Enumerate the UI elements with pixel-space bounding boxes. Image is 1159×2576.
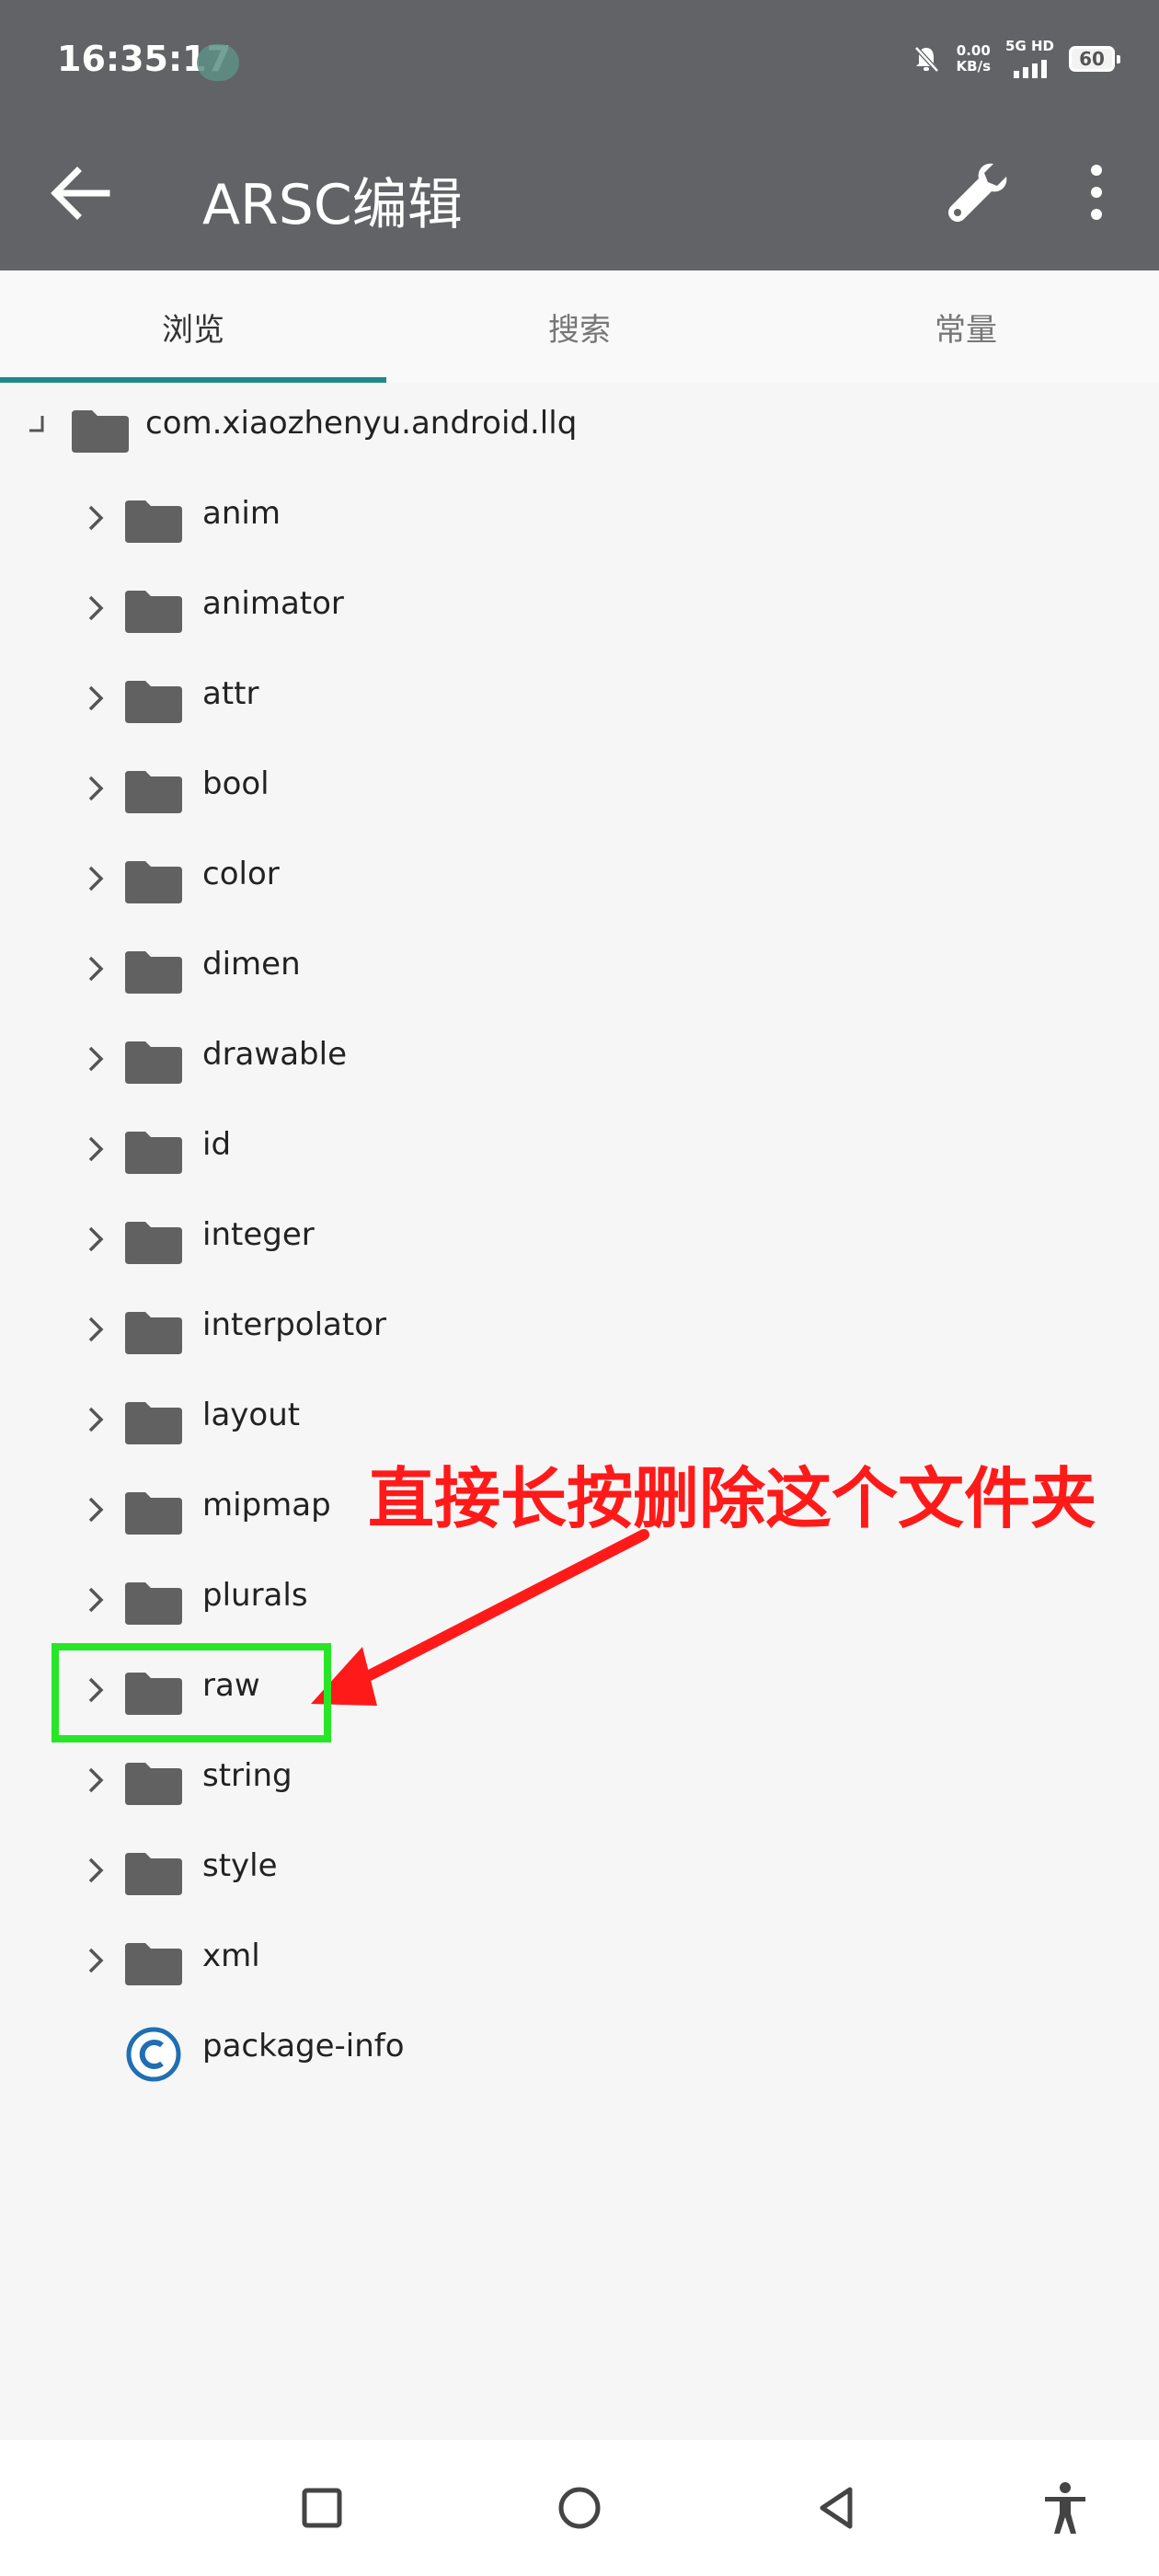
- tree-folder-label: color: [202, 856, 280, 892]
- circle-home-icon[interactable]: [552, 2480, 607, 2536]
- tree-folder-row[interactable]: xml: [0, 1915, 1159, 2006]
- square-recents-icon[interactable]: [294, 2480, 350, 2536]
- tab-constants[interactable]: 常量: [773, 270, 1159, 383]
- tab-bar: 浏览 搜索 常量: [0, 270, 1159, 383]
- chevron-right-icon[interactable]: [79, 772, 112, 805]
- net-speed-value: 0.00: [956, 41, 991, 59]
- folder-icon: [125, 951, 182, 994]
- folder-icon: [125, 1222, 182, 1264]
- folder-icon: [72, 410, 129, 453]
- folder-icon: [125, 1312, 182, 1354]
- tree-folder-row[interactable]: interpolator: [0, 1284, 1159, 1374]
- chevron-right-icon[interactable]: [79, 1223, 112, 1256]
- folder-icon: [125, 1853, 182, 1895]
- tree-folder-row[interactable]: color: [0, 834, 1159, 924]
- net-speed: 0.00 KB/s: [956, 41, 992, 75]
- status-icons: 0.00 KB/s 5G HD 60: [911, 39, 1120, 78]
- tree-folder-row[interactable]: bool: [0, 743, 1159, 834]
- folder-icon: [125, 1582, 182, 1625]
- wrench-icon[interactable]: [942, 158, 1012, 228]
- folder-icon: [125, 1132, 182, 1174]
- folder-icon: [125, 1763, 182, 1805]
- folder-icon: [125, 1041, 182, 1084]
- tree-folder-row[interactable]: string: [0, 1735, 1159, 1825]
- tree-folder-label: dimen: [202, 946, 301, 983]
- folder-icon: [125, 771, 182, 813]
- chevron-right-icon[interactable]: [79, 862, 112, 895]
- chevron-right-icon[interactable]: [79, 1403, 112, 1436]
- chevron-right-icon[interactable]: [79, 1583, 112, 1616]
- tree-folder-label: mipmap: [202, 1487, 331, 1524]
- folder-icon: [125, 591, 182, 633]
- tree-folder-label: attr: [202, 675, 259, 712]
- chevron-right-icon[interactable]: [79, 592, 112, 625]
- network-indicator: 5G HD: [1005, 39, 1054, 78]
- annotation-text: 直接长按删除这个文件夹: [368, 1460, 1097, 1537]
- tree-folder-label: drawable: [202, 1036, 347, 1073]
- status-indicator-dot: [197, 44, 239, 81]
- tree-file-label: package-info: [202, 2028, 405, 2064]
- net-speed-unit: KB/s: [956, 57, 992, 75]
- mute-bell-icon: [913, 45, 939, 73]
- battery-icon: 60: [1069, 45, 1120, 72]
- chevron-right-icon[interactable]: [79, 1764, 112, 1797]
- chevron-right-icon[interactable]: [79, 1313, 112, 1346]
- accessibility-icon[interactable]: [1038, 2480, 1093, 2536]
- tree-folder-label: anim: [202, 495, 281, 532]
- tree-folder-label: bool: [202, 765, 270, 802]
- battery-level: 60: [1079, 47, 1105, 70]
- chevron-right-icon[interactable]: [79, 1042, 112, 1075]
- chevron-right-icon[interactable]: [79, 1133, 112, 1166]
- tree-folder-label: layout: [202, 1397, 301, 1433]
- tab-search[interactable]: 搜索: [386, 270, 773, 383]
- more-vertical-icon[interactable]: [1076, 162, 1117, 223]
- tree-folder-row[interactable]: anim: [0, 473, 1159, 563]
- system-nav-bar: [0, 2440, 1159, 2576]
- collapse-corner-icon: [29, 416, 44, 432]
- tree-folder-label: id: [202, 1126, 232, 1163]
- chevron-right-icon[interactable]: [79, 682, 112, 715]
- tree-folder-label: plurals: [202, 1577, 308, 1614]
- tree-folder-label: interpolator: [202, 1306, 386, 1343]
- tree-folder-row[interactable]: integer: [0, 1194, 1159, 1284]
- class-icon: [126, 2027, 181, 2082]
- tree-folder-label: string: [202, 1757, 293, 1794]
- tree-file-row[interactable]: package-info: [0, 2006, 1159, 2096]
- tree-folder-label: style: [202, 1847, 278, 1884]
- folder-icon: [125, 861, 182, 903]
- tab-browse[interactable]: 浏览: [0, 270, 386, 383]
- chevron-right-icon[interactable]: [79, 501, 112, 535]
- tree-folder-label: integer: [202, 1216, 315, 1253]
- folder-icon: [125, 681, 182, 723]
- chevron-right-icon[interactable]: [79, 1854, 112, 1887]
- tree-folder-row[interactable]: style: [0, 1825, 1159, 1915]
- chevron-right-icon[interactable]: [79, 1944, 112, 1977]
- tree-folder-row[interactable]: plurals: [0, 1555, 1159, 1645]
- chevron-right-icon[interactable]: [79, 952, 112, 985]
- folder-icon: [125, 1402, 182, 1444]
- tree-folder-row[interactable]: id: [0, 1104, 1159, 1194]
- tree-root-row[interactable]: com.xiaozhenyu.android.llq: [0, 383, 1159, 473]
- annotation-highlight-box: [52, 1643, 331, 1742]
- triangle-back-icon[interactable]: [809, 2480, 865, 2536]
- tree-folder-label: animator: [202, 585, 344, 622]
- network-label: 5G HD: [1005, 38, 1054, 54]
- folder-icon: [125, 1492, 182, 1535]
- folder-icon: [125, 1943, 182, 1985]
- chevron-right-icon[interactable]: [79, 1493, 112, 1526]
- app-bar: 16:35:17 0.00 KB/s 5G HD 60 ARSC编辑: [0, 0, 1159, 270]
- tree-folder-row[interactable]: animator: [0, 563, 1159, 653]
- tree-folder-row[interactable]: drawable: [0, 1014, 1159, 1104]
- arrow-left-icon[interactable]: [48, 164, 114, 223]
- page-title: ARSC编辑: [202, 173, 463, 237]
- tree-folder-label: xml: [202, 1938, 260, 1974]
- tree-folder-row[interactable]: dimen: [0, 924, 1159, 1014]
- signal-bars-icon: [1013, 54, 1047, 78]
- tree-folder-row[interactable]: attr: [0, 653, 1159, 743]
- tree-root-label: com.xiaozhenyu.android.llq: [145, 405, 578, 442]
- folder-icon: [125, 500, 182, 543]
